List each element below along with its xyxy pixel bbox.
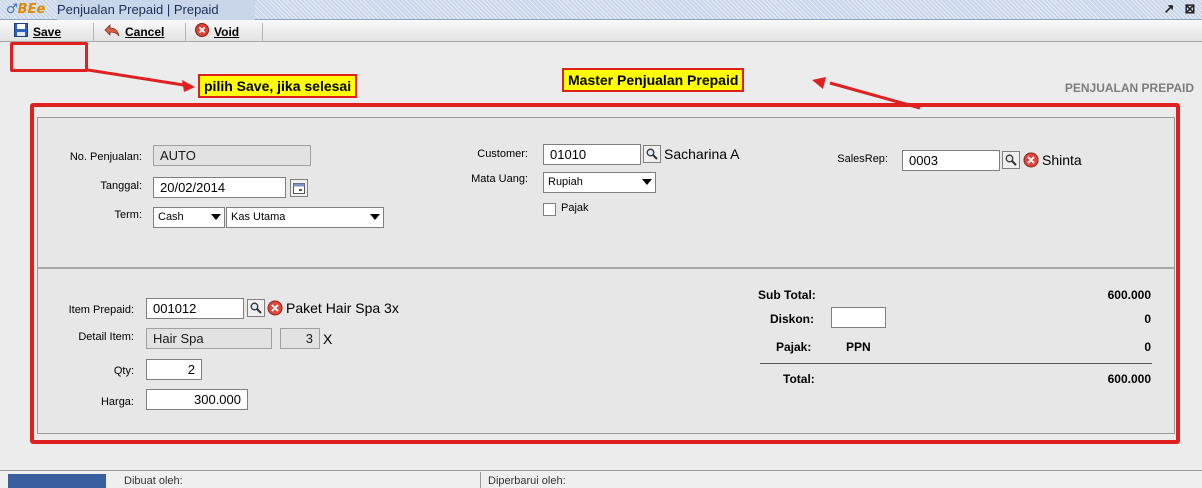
created-by-label: Dibuat oleh: <box>124 475 183 487</box>
updated-by-label: Diperbarui oleh: <box>488 475 566 487</box>
page-heading: PENJUALAN PREPAID <box>1064 81 1194 95</box>
save-hint-callout: pilih Save, jika selesai <box>198 74 358 98</box>
status-separator <box>480 472 481 488</box>
master-highlight-box <box>30 103 1180 444</box>
status-indicator <box>8 474 106 488</box>
master-hint-callout: Master Penjualan Prepaid <box>562 68 745 92</box>
